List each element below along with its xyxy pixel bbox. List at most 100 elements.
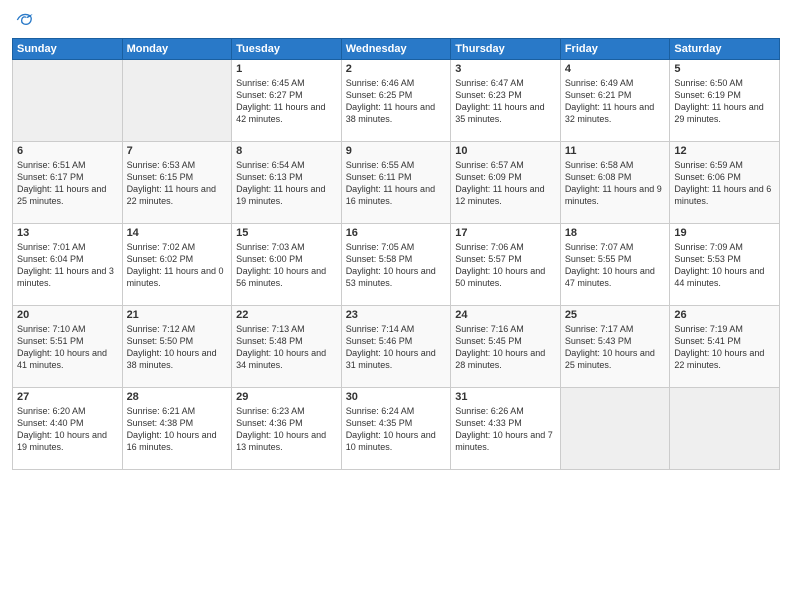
day-info: Sunrise: 7:13 AM Sunset: 5:48 PM Dayligh…	[236, 323, 337, 372]
calendar-week-1: 1 Sunrise: 6:45 AM Sunset: 6:27 PM Daylig…	[13, 60, 780, 142]
day-number: 14	[127, 227, 228, 239]
day-number: 26	[674, 309, 775, 321]
calendar-header-thursday: Thursday	[451, 39, 561, 60]
day-number: 15	[236, 227, 337, 239]
day-info: Sunrise: 7:05 AM Sunset: 5:58 PM Dayligh…	[346, 241, 447, 290]
day-number: 27	[17, 391, 118, 403]
calendar-header-tuesday: Tuesday	[232, 39, 342, 60]
calendar-week-2: 6Sunrise: 6:51 AM Sunset: 6:17 PM Daylig…	[13, 142, 780, 224]
calendar-day: 2 Sunrise: 6:46 AM Sunset: 6:25 PM Daylig…	[341, 60, 451, 142]
day-number: 22	[236, 309, 337, 321]
day-info: Sunrise: 7:14 AM Sunset: 5:46 PM Dayligh…	[346, 323, 447, 372]
day-number: 9	[346, 145, 447, 157]
day-number: 20	[17, 309, 118, 321]
calendar-day: 7Sunrise: 6:53 AM Sunset: 6:15 PM Daylig…	[122, 142, 232, 224]
day-number: 1	[236, 63, 337, 75]
calendar-day: 18 Sunrise: 7:07 AM Sunset: 5:55 PM Dayli…	[560, 224, 670, 306]
day-info: Sunrise: 6:58 AM Sunset: 6:08 PM Dayligh…	[565, 159, 666, 208]
calendar-day: 28 Sunrise: 6:21 AM Sunset: 4:38 PM Dayli…	[122, 388, 232, 470]
day-info: Sunrise: 7:07 AM Sunset: 5:55 PM Dayligh…	[565, 241, 666, 290]
day-number: 10	[455, 145, 556, 157]
day-info: Sunrise: 6:50 AM Sunset: 6:19 PM Dayligh…	[674, 77, 775, 126]
day-info: Sunrise: 7:17 AM Sunset: 5:43 PM Dayligh…	[565, 323, 666, 372]
calendar-day: 8 Sunrise: 6:54 AM Sunset: 6:13 PM Daylig…	[232, 142, 342, 224]
day-number: 6	[17, 145, 118, 157]
calendar-day: 5Sunrise: 6:50 AM Sunset: 6:19 PM Daylig…	[670, 60, 780, 142]
calendar-day: 19 Sunrise: 7:09 AM Sunset: 5:53 PM Dayli…	[670, 224, 780, 306]
day-info: Sunrise: 6:26 AM Sunset: 4:33 PM Dayligh…	[455, 405, 556, 454]
day-info: Sunrise: 7:12 AM Sunset: 5:50 PM Dayligh…	[127, 323, 228, 372]
day-number: 8	[236, 145, 337, 157]
day-number: 11	[565, 145, 666, 157]
calendar-day: 26 Sunrise: 7:19 AM Sunset: 5:41 PM Dayli…	[670, 306, 780, 388]
calendar-day: 20 Sunrise: 7:10 AM Sunset: 5:51 PM Dayli…	[13, 306, 123, 388]
day-info: Sunrise: 6:24 AM Sunset: 4:35 PM Dayligh…	[346, 405, 447, 454]
day-info: Sunrise: 7:19 AM Sunset: 5:41 PM Dayligh…	[674, 323, 775, 372]
calendar-week-4: 20 Sunrise: 7:10 AM Sunset: 5:51 PM Dayli…	[13, 306, 780, 388]
day-info: Sunrise: 6:55 AM Sunset: 6:11 PM Dayligh…	[346, 159, 447, 208]
day-number: 4	[565, 63, 666, 75]
calendar-day: 23 Sunrise: 7:14 AM Sunset: 5:46 PM Dayli…	[341, 306, 451, 388]
day-info: Sunrise: 7:03 AM Sunset: 6:00 PM Dayligh…	[236, 241, 337, 290]
calendar-day: 12 Sunrise: 6:59 AM Sunset: 6:06 PM Dayli…	[670, 142, 780, 224]
day-number: 18	[565, 227, 666, 239]
calendar-day: 14 Sunrise: 7:02 AM Sunset: 6:02 PM Dayli…	[122, 224, 232, 306]
day-number: 12	[674, 145, 775, 157]
calendar-day: 10 Sunrise: 6:57 AM Sunset: 6:09 PM Dayli…	[451, 142, 561, 224]
day-info: Sunrise: 7:01 AM Sunset: 6:04 PM Dayligh…	[17, 241, 118, 290]
calendar-day: 3Sunrise: 6:47 AM Sunset: 6:23 PM Daylig…	[451, 60, 561, 142]
calendar-day: 17Sunrise: 7:06 AM Sunset: 5:57 PM Dayli…	[451, 224, 561, 306]
calendar-header-friday: Friday	[560, 39, 670, 60]
day-info: Sunrise: 6:45 AM Sunset: 6:27 PM Dayligh…	[236, 77, 337, 126]
calendar-day	[560, 388, 670, 470]
calendar-header-saturday: Saturday	[670, 39, 780, 60]
day-info: Sunrise: 6:49 AM Sunset: 6:21 PM Dayligh…	[565, 77, 666, 126]
calendar-day: 22 Sunrise: 7:13 AM Sunset: 5:48 PM Dayli…	[232, 306, 342, 388]
day-number: 28	[127, 391, 228, 403]
day-info: Sunrise: 7:10 AM Sunset: 5:51 PM Dayligh…	[17, 323, 118, 372]
calendar-header-sunday: Sunday	[13, 39, 123, 60]
logo	[12, 10, 34, 30]
calendar-day	[670, 388, 780, 470]
calendar-week-3: 13 Sunrise: 7:01 AM Sunset: 6:04 PM Dayli…	[13, 224, 780, 306]
calendar-day: 27 Sunrise: 6:20 AM Sunset: 4:40 PM Dayli…	[13, 388, 123, 470]
day-number: 2	[346, 63, 447, 75]
day-number: 25	[565, 309, 666, 321]
calendar-day: 9 Sunrise: 6:55 AM Sunset: 6:11 PM Daylig…	[341, 142, 451, 224]
day-info: Sunrise: 6:54 AM Sunset: 6:13 PM Dayligh…	[236, 159, 337, 208]
day-number: 29	[236, 391, 337, 403]
calendar-day	[122, 60, 232, 142]
calendar-header-wednesday: Wednesday	[341, 39, 451, 60]
day-number: 23	[346, 309, 447, 321]
day-info: Sunrise: 6:21 AM Sunset: 4:38 PM Dayligh…	[127, 405, 228, 454]
calendar-day: 13 Sunrise: 7:01 AM Sunset: 6:04 PM Dayli…	[13, 224, 123, 306]
calendar-day: 21Sunrise: 7:12 AM Sunset: 5:50 PM Dayli…	[122, 306, 232, 388]
calendar-day: 31Sunrise: 6:26 AM Sunset: 4:33 PM Dayli…	[451, 388, 561, 470]
day-info: Sunrise: 6:57 AM Sunset: 6:09 PM Dayligh…	[455, 159, 556, 208]
day-info: Sunrise: 6:59 AM Sunset: 6:06 PM Dayligh…	[674, 159, 775, 208]
day-info: Sunrise: 6:20 AM Sunset: 4:40 PM Dayligh…	[17, 405, 118, 454]
calendar-header-row: SundayMondayTuesdayWednesdayThursdayFrid…	[13, 39, 780, 60]
calendar-day: 29 Sunrise: 6:23 AM Sunset: 4:36 PM Dayli…	[232, 388, 342, 470]
calendar-header-monday: Monday	[122, 39, 232, 60]
day-info: Sunrise: 7:09 AM Sunset: 5:53 PM Dayligh…	[674, 241, 775, 290]
day-info: Sunrise: 6:53 AM Sunset: 6:15 PM Dayligh…	[127, 159, 228, 208]
day-number: 19	[674, 227, 775, 239]
day-number: 30	[346, 391, 447, 403]
calendar-day: 1 Sunrise: 6:45 AM Sunset: 6:27 PM Daylig…	[232, 60, 342, 142]
calendar-table: SundayMondayTuesdayWednesdayThursdayFrid…	[12, 38, 780, 470]
day-info: Sunrise: 7:02 AM Sunset: 6:02 PM Dayligh…	[127, 241, 228, 290]
day-number: 13	[17, 227, 118, 239]
day-number: 3	[455, 63, 556, 75]
logo-bird-icon	[14, 10, 34, 30]
day-number: 24	[455, 309, 556, 321]
day-info: Sunrise: 6:23 AM Sunset: 4:36 PM Dayligh…	[236, 405, 337, 454]
calendar-day: 30 Sunrise: 6:24 AM Sunset: 4:35 PM Dayli…	[341, 388, 451, 470]
day-info: Sunrise: 6:46 AM Sunset: 6:25 PM Dayligh…	[346, 77, 447, 126]
page-container: SundayMondayTuesdayWednesdayThursdayFrid…	[0, 0, 792, 612]
calendar-day: 24 Sunrise: 7:16 AM Sunset: 5:45 PM Dayli…	[451, 306, 561, 388]
calendar-day: 6Sunrise: 6:51 AM Sunset: 6:17 PM Daylig…	[13, 142, 123, 224]
day-number: 17	[455, 227, 556, 239]
day-info: Sunrise: 7:16 AM Sunset: 5:45 PM Dayligh…	[455, 323, 556, 372]
calendar-day: 16Sunrise: 7:05 AM Sunset: 5:58 PM Dayli…	[341, 224, 451, 306]
